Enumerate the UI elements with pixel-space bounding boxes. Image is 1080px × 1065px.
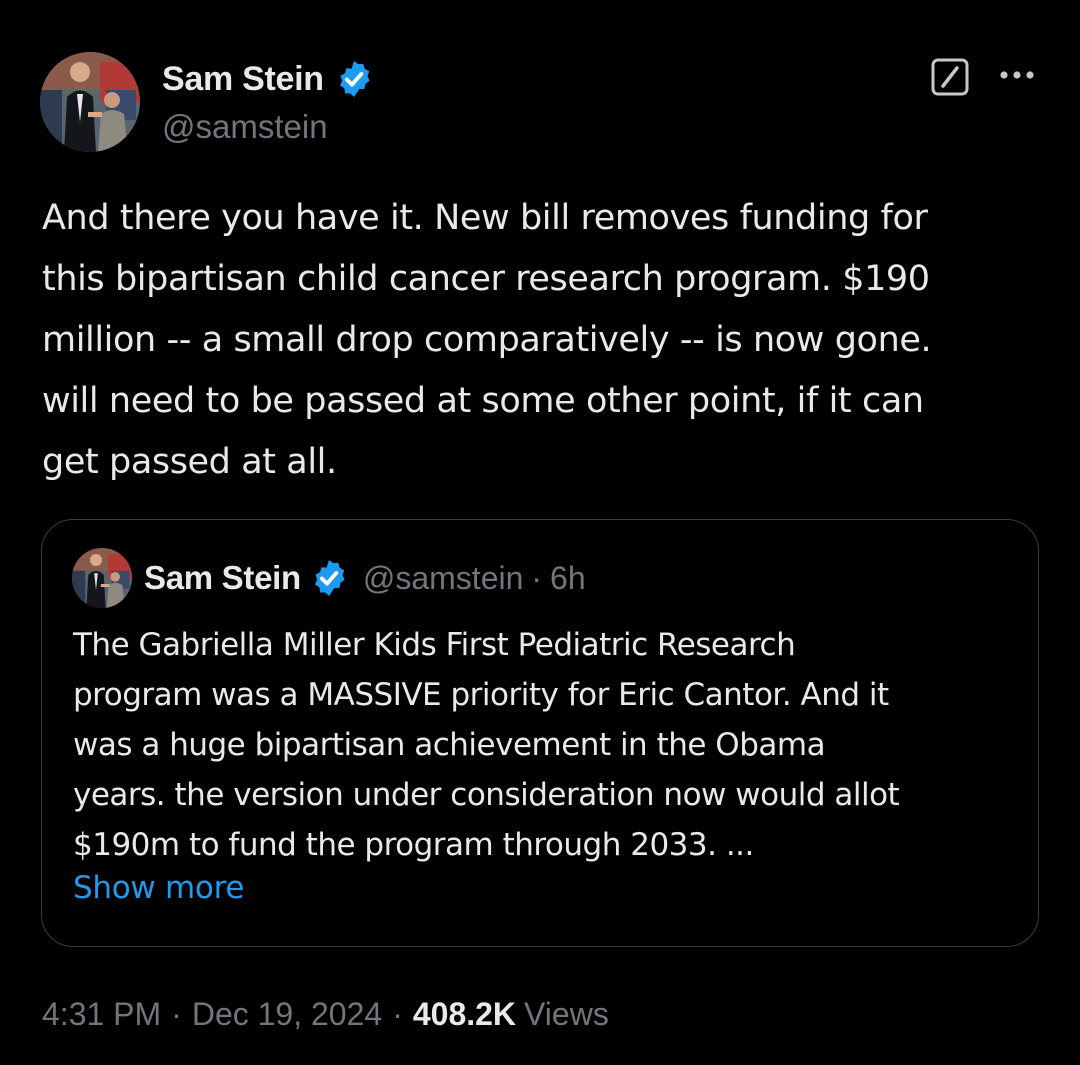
avatar-photo xyxy=(40,52,140,152)
show-more-link[interactable]: Show more xyxy=(73,870,244,906)
grok-icon[interactable] xyxy=(930,57,970,97)
author-handle[interactable]: @samstein xyxy=(162,108,328,146)
separator-dot: · xyxy=(171,995,182,1032)
views-label: Views xyxy=(524,995,609,1032)
quoted-tweet-card[interactable]: Sam Stein @samstein · 6h The Gabriella M… xyxy=(41,519,1039,947)
quoted-author-handle[interactable]: @samstein xyxy=(363,560,524,597)
author-display-name[interactable]: Sam Stein xyxy=(162,60,324,99)
quoted-tweet-text: The Gabriella Miller Kids First Pediatri… xyxy=(73,627,900,863)
separator-dot: · xyxy=(531,559,543,596)
author-avatar[interactable] xyxy=(40,52,140,152)
tweet-time[interactable]: 4:31 PM xyxy=(42,996,161,1033)
separator-dot: · xyxy=(392,995,403,1032)
tweet-header: Sam Stein @samstein xyxy=(40,52,1040,156)
verified-badge-icon[interactable] xyxy=(309,558,349,598)
verified-badge-icon[interactable] xyxy=(334,59,374,99)
author-name-row: Sam Stein xyxy=(162,56,374,102)
quoted-tweet-timestamp[interactable]: 6h xyxy=(550,560,586,597)
tweet-metadata: 4:31 PM · Dec 19, 2024 · 408.2K Views xyxy=(42,994,609,1034)
more-options-icon[interactable] xyxy=(995,60,1039,90)
quoted-author-display-name[interactable]: Sam Stein xyxy=(144,559,301,597)
quoted-tweet-header: Sam Stein @samstein · 6h xyxy=(144,556,586,600)
avatar-photo xyxy=(72,548,132,608)
tweet-date[interactable]: Dec 19, 2024 xyxy=(192,996,382,1033)
tweet-text: And there you have it. New bill removes … xyxy=(42,198,932,482)
views-count[interactable]: 408.2K xyxy=(413,996,516,1033)
quoted-author-avatar[interactable] xyxy=(72,548,132,608)
